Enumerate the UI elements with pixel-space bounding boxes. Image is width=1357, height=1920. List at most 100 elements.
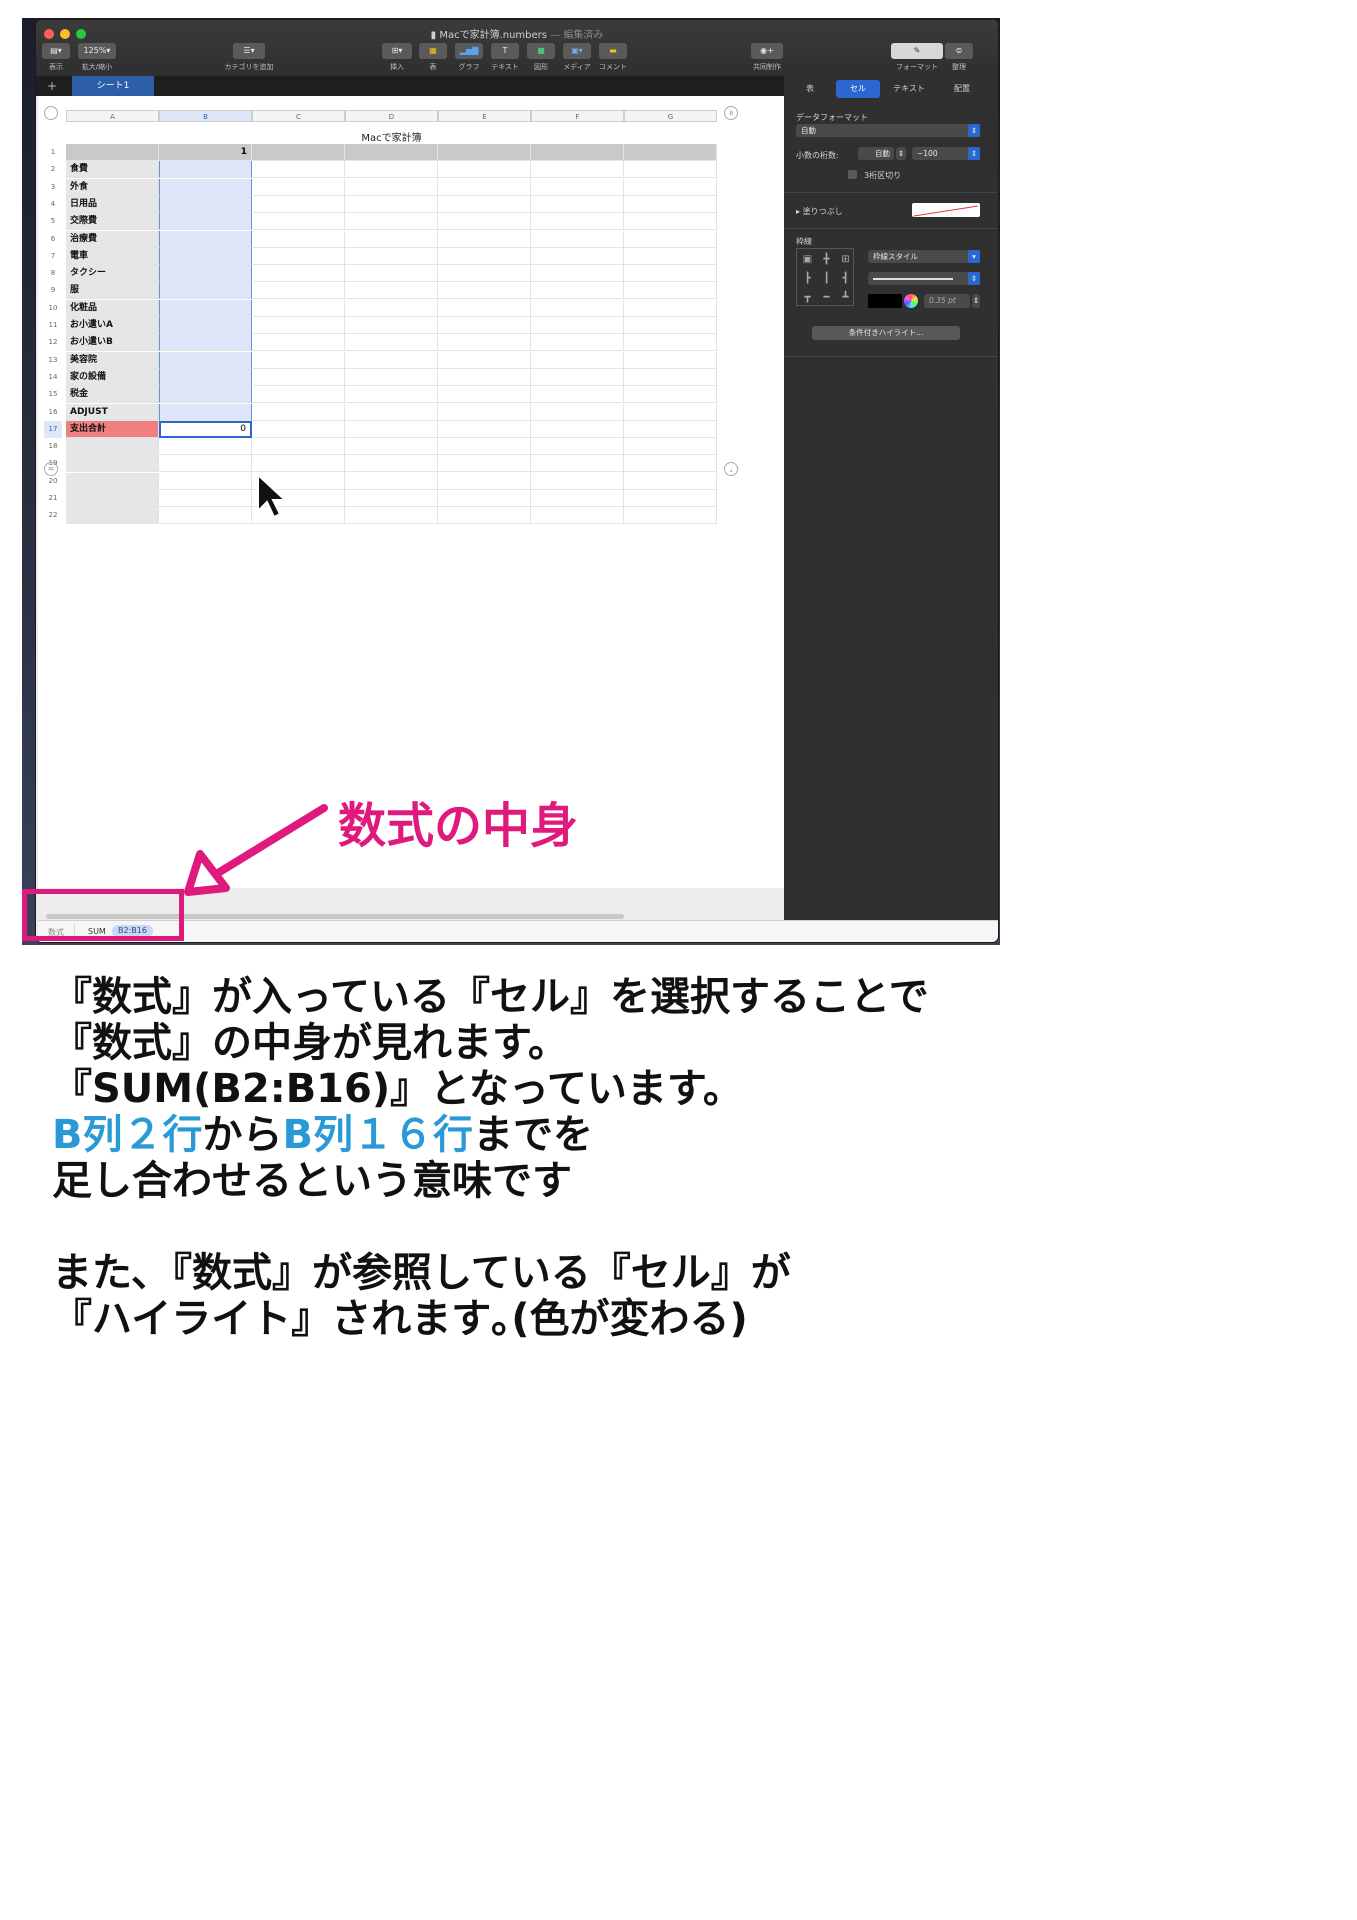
table-cell[interactable] [624,369,717,386]
table-cell[interactable] [624,317,717,334]
table-cell[interactable] [345,282,438,299]
zoom-select[interactable]: 125%▾ [78,43,116,59]
text-button[interactable]: T [491,43,519,59]
table-cell[interactable] [345,421,438,438]
row-label-cell[interactable]: ADJUST [66,404,159,421]
table-cell[interactable] [159,179,252,196]
table-cell[interactable] [438,161,531,178]
column-header-e[interactable]: E [438,110,531,122]
table-cell[interactable] [438,352,531,369]
color-wheel-icon[interactable] [904,294,918,308]
table-cell[interactable] [531,179,624,196]
table-button[interactable]: ▦ [419,43,447,59]
inspector-tab-cell[interactable]: セル [836,80,880,98]
format-button[interactable]: ✎ [891,43,943,59]
table-cell[interactable] [345,213,438,230]
table-cell[interactable] [66,144,159,161]
header-cell-b1[interactable]: 1 [159,144,252,161]
media-button[interactable]: ▣▾ [563,43,591,59]
table-cell[interactable] [66,490,159,507]
row-number[interactable]: 6 [44,231,62,248]
row-label-cell[interactable]: 支出合計 [66,421,159,438]
row-number[interactable]: 21 [44,490,62,507]
border-style-select[interactable]: 枠線スタイル ▾ [868,250,980,263]
table-cell[interactable] [624,490,717,507]
inspector-tab-arrange[interactable]: 配置 [940,80,984,98]
table-cell[interactable] [252,334,345,351]
table-cell[interactable] [252,144,345,161]
row-number[interactable]: 4 [44,196,62,213]
table-cell[interactable] [531,352,624,369]
table-cell[interactable] [159,317,252,334]
table-cell[interactable] [438,507,531,524]
table-cell[interactable] [438,438,531,455]
table-cell[interactable] [624,213,717,230]
table-cell[interactable] [438,282,531,299]
table-cell[interactable] [159,248,252,265]
table-cell[interactable] [345,352,438,369]
table-cell[interactable] [345,386,438,403]
table-cell[interactable] [624,473,717,490]
table-cell[interactable] [531,213,624,230]
table-cell[interactable] [159,265,252,282]
table-cell[interactable] [252,300,345,317]
row-number[interactable]: 2 [44,161,62,178]
table-cell[interactable] [159,196,252,213]
table-cell[interactable] [531,334,624,351]
row-number[interactable]: 18 [44,438,62,455]
table-cell[interactable] [252,161,345,178]
table-cell[interactable] [531,404,624,421]
table-cell[interactable] [66,438,159,455]
table-cell[interactable] [345,369,438,386]
collaborate-button[interactable]: ◉+ [751,43,783,59]
table-cell[interactable] [345,179,438,196]
table-cell[interactable] [159,473,252,490]
row-number[interactable]: 5 [44,213,62,230]
table-cell[interactable] [624,196,717,213]
border-bottom-icon[interactable]: ┻ [837,289,854,306]
column-header-c[interactable]: C [252,110,345,122]
table-cell[interactable] [159,404,252,421]
table-cell[interactable] [252,196,345,213]
table-cell[interactable] [624,438,717,455]
border-width-field[interactable]: 0.35 pt [924,294,970,308]
table-cell[interactable] [438,179,531,196]
border-color-well[interactable] [868,294,902,308]
row-label-cell[interactable]: 家の設備 [66,369,159,386]
table-cell[interactable] [159,507,252,524]
table-cell[interactable] [438,231,531,248]
table-cell[interactable] [345,265,438,282]
row-label-cell[interactable]: 美容院 [66,352,159,369]
table-cell[interactable] [345,248,438,265]
table-cell[interactable] [624,404,717,421]
row-label-cell[interactable]: 電車 [66,248,159,265]
row-number[interactable]: 17 [44,421,62,439]
row-number[interactable]: 11 [44,317,62,334]
border-hcenter-icon[interactable]: ━ [818,289,835,306]
table-cell[interactable] [252,248,345,265]
sheet-tab-active[interactable]: シート1 [72,76,154,96]
table-cell[interactable] [624,352,717,369]
table-cell[interactable] [159,300,252,317]
table-handle-icon[interactable] [44,106,58,120]
table-cell[interactable] [531,507,624,524]
column-header-b[interactable]: B [159,110,252,122]
table-cell[interactable] [438,369,531,386]
table-cell[interactable] [531,282,624,299]
table-cell[interactable] [345,404,438,421]
table-cell[interactable] [345,334,438,351]
table-cell[interactable] [438,490,531,507]
table-cell[interactable] [624,231,717,248]
column-header-g[interactable]: G [624,110,717,122]
column-header-d[interactable]: D [345,110,438,122]
table-cell[interactable] [252,455,345,472]
row-label-cell[interactable]: お小遣いB [66,334,159,351]
table-cell[interactable] [159,231,252,248]
table-cell[interactable] [624,300,717,317]
table-cell[interactable] [624,161,717,178]
resize-table-icon[interactable]: ⌟ [724,462,738,476]
table-cell[interactable] [531,473,624,490]
table-cell[interactable] [252,265,345,282]
table-cell[interactable] [345,196,438,213]
table-cell[interactable] [438,196,531,213]
